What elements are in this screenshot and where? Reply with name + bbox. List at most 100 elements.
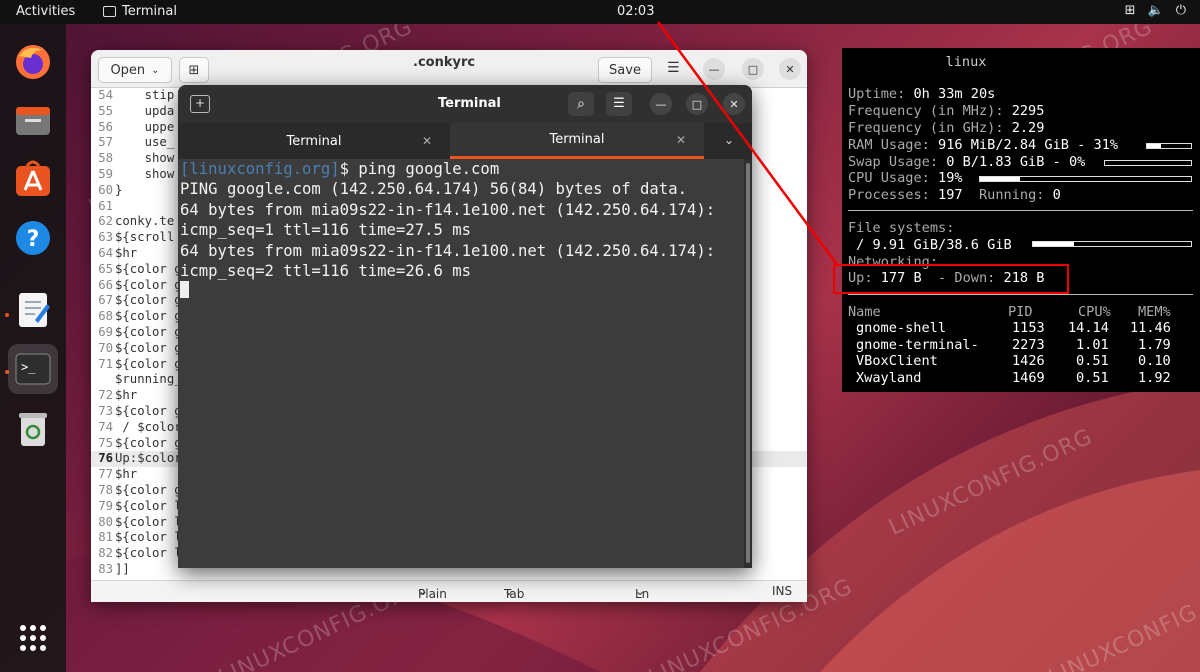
line-number: 54 xyxy=(98,88,113,102)
col-pid: PID xyxy=(1008,304,1033,320)
freq-ghz-row: Frequency (in GHz): 2.29 xyxy=(848,120,1044,137)
open-button[interactable]: Open ⌄ xyxy=(98,57,172,83)
tab-terminal-2[interactable]: Terminal ✕ xyxy=(450,123,704,159)
terminal-output[interactable]: [linuxconfig.org]$ ping google.com PING … xyxy=(178,159,744,568)
process-pid: 2273 xyxy=(1012,336,1045,353)
close-tab-icon[interactable]: ✕ xyxy=(676,133,686,147)
cpu-bar xyxy=(979,176,1192,182)
menu-icon[interactable]: ☰ xyxy=(667,60,680,76)
app-menu-label: Terminal xyxy=(122,4,177,19)
save-button[interactable]: Save xyxy=(598,57,652,83)
apps-grid-icon[interactable] xyxy=(11,616,55,660)
fs-row: / 9.91 GiB/38.6 GiB xyxy=(848,237,1012,254)
terminal-app-icon xyxy=(103,6,116,17)
terminal-window: + Terminal ⌕ ☰ — □ ✕ Terminal ✕ Terminal… xyxy=(178,85,752,568)
line-number: 80 xyxy=(98,514,113,529)
processes-row: Processes: 197 Running: 0 xyxy=(848,187,1061,204)
process-name: gnome-shell xyxy=(856,320,947,336)
volume-icon: 🔈 xyxy=(1147,3,1164,18)
line-number: 69 xyxy=(98,324,113,339)
line-number: 61 xyxy=(98,198,113,213)
cursor-position[interactable]: Ln 76, Col 75 ⌄ xyxy=(635,584,654,602)
line-number: 60 xyxy=(98,182,113,197)
line-number: 71 xyxy=(98,356,113,371)
divider xyxy=(848,294,1193,295)
line-number: 83 xyxy=(98,561,113,576)
running-label: Running: xyxy=(978,187,1045,203)
activities-button[interactable]: Activities xyxy=(16,4,75,19)
top-header: Name PID CPU% MEM% xyxy=(848,304,1193,321)
terminal-icon[interactable]: >_ xyxy=(8,344,58,394)
typed-command: $ ping google.com xyxy=(339,160,500,178)
conky-panel: linux Uptime: 0h 33m 20s Frequency (in M… xyxy=(842,48,1200,392)
minimize-button[interactable]: — xyxy=(650,93,672,115)
text-editor-icon[interactable] xyxy=(11,288,55,332)
close-tab-icon[interactable]: ✕ xyxy=(422,134,432,148)
line-number: 59 xyxy=(98,166,113,181)
tab-list-chevron-icon[interactable]: ⌄ xyxy=(724,133,734,147)
line-number: 55 xyxy=(98,103,113,118)
code-text: $hr xyxy=(115,467,138,482)
maximize-button[interactable]: □ xyxy=(686,93,708,115)
chevron-down-icon: ⌄ xyxy=(151,64,160,76)
minimize-button[interactable]: — xyxy=(703,58,725,80)
search-icon[interactable]: ⌕ xyxy=(568,92,594,116)
line-number: 63 xyxy=(98,230,113,245)
output-line: PING google.com (142.250.64.174) 56(84) … xyxy=(180,180,687,199)
col-cpu: CPU% xyxy=(1078,304,1111,320)
terminal-scrollbar[interactable] xyxy=(744,159,752,568)
terminal-title: Terminal xyxy=(438,96,501,111)
open-button-label: Open xyxy=(110,62,146,78)
line-number: 82 xyxy=(98,546,113,561)
network-icon: ⊞ xyxy=(1124,3,1136,18)
output-line: icmp_seq=2 ttl=116 time=26.6 ms xyxy=(180,261,472,280)
col-name: Name xyxy=(848,304,881,320)
fs-bar xyxy=(1032,241,1192,247)
process-row: gnome-terminal- 2273 1.01 1.79 xyxy=(848,337,1193,354)
terminal-tab-bar: Terminal ✕ Terminal ✕ ⌄ xyxy=(178,123,752,159)
shell-prompt: [linuxconfig.org] xyxy=(180,160,340,178)
col-mem: MEM% xyxy=(1138,304,1171,320)
power-icon: ⏻ xyxy=(1175,3,1186,18)
line-number: 66 xyxy=(98,277,113,292)
line-number: 76 xyxy=(98,451,113,466)
help-icon[interactable]: ? xyxy=(11,216,55,260)
new-tab-button[interactable]: ⊞ xyxy=(179,57,209,83)
syntax-selector[interactable]: Plain Text ⌄ xyxy=(418,584,447,602)
fs-header: File systems: xyxy=(848,220,954,237)
firefox-icon[interactable] xyxy=(11,40,55,84)
process-name: VBoxClient xyxy=(856,353,938,370)
output-line: 64 bytes from mia09s22-in-f14.1e100.net … xyxy=(180,241,716,260)
cpu-label: CPU Usage: xyxy=(848,170,930,186)
tab-width-label: Tab Width: 4 xyxy=(504,587,543,602)
freq-mhz-value: 2295 xyxy=(1011,103,1045,119)
line-number: 78 xyxy=(98,482,113,497)
system-menu[interactable]: ⊞ 🔈 ⏻ xyxy=(1125,3,1186,18)
process-pid: 1153 xyxy=(1012,320,1045,336)
tab-terminal-1[interactable]: Terminal ✕ xyxy=(178,123,450,159)
files-icon[interactable] xyxy=(11,98,55,142)
scrollbar-thumb[interactable] xyxy=(746,163,750,563)
new-document-icon: ⊞ xyxy=(188,62,200,78)
process-cpu: 14.14 xyxy=(1068,320,1109,336)
maximize-button[interactable]: □ xyxy=(742,58,764,80)
status-bar: Plain Text ⌄ Tab Width: 4 ⌄ Ln 76, Col 7… xyxy=(91,580,807,602)
code-text: } xyxy=(115,182,123,197)
clock[interactable]: 02:03 xyxy=(617,4,654,19)
running-value: 0 xyxy=(1052,187,1061,203)
menu-icon[interactable]: ☰ xyxy=(606,92,632,116)
new-tab-icon[interactable]: + xyxy=(190,95,210,113)
ram-bar-fill xyxy=(1147,144,1161,148)
software-icon[interactable] xyxy=(11,156,55,200)
process-row: Xwayland 1469 0.51 1.92 xyxy=(848,370,1193,387)
code-text: $hr xyxy=(115,388,138,403)
close-button[interactable]: ✕ xyxy=(779,58,801,80)
process-name: gnome-terminal- xyxy=(856,336,979,353)
tab-width-selector[interactable]: Tab Width: 4 ⌄ xyxy=(504,584,543,602)
line-number: 57 xyxy=(98,135,113,150)
close-button[interactable]: ✕ xyxy=(723,93,745,115)
insert-mode[interactable]: INS xyxy=(772,584,792,598)
cpu-bar-fill xyxy=(980,177,1021,181)
app-menu[interactable]: Terminal xyxy=(103,4,177,19)
trash-icon[interactable] xyxy=(11,406,55,450)
